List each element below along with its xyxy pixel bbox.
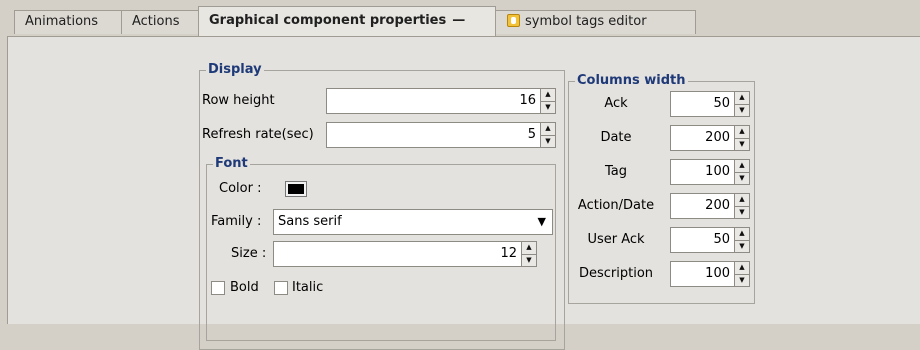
spin-up-icon[interactable]: ▲ xyxy=(541,123,555,136)
spin-up-icon[interactable]: ▲ xyxy=(735,228,749,241)
col-description-label: Description xyxy=(578,266,654,281)
spin-down-icon[interactable]: ▼ xyxy=(735,241,749,253)
tab-close-button[interactable]: — xyxy=(452,13,465,28)
columns-width-title: Columns width xyxy=(575,73,688,89)
col-action-date-input[interactable]: 200 xyxy=(670,193,734,219)
font-size-spinner[interactable]: 12 ▲ ▼ xyxy=(273,241,537,267)
spin-down-icon[interactable]: ▼ xyxy=(541,136,555,148)
col-user-ack-spinner[interactable]: 50 ▲ ▼ xyxy=(670,227,750,253)
spin-down-icon[interactable]: ▼ xyxy=(541,102,555,114)
refresh-rate-stepper[interactable]: ▲ ▼ xyxy=(540,122,556,148)
font-color-label: Color : xyxy=(219,181,262,196)
spin-up-icon[interactable]: ▲ xyxy=(735,92,749,105)
col-ack-stepper[interactable]: ▲ ▼ xyxy=(734,91,750,117)
refresh-rate-input[interactable]: 5 xyxy=(326,122,540,148)
col-tag-input[interactable]: 100 xyxy=(670,159,734,185)
refresh-rate-label: Refresh rate(sec) xyxy=(202,127,314,142)
spin-up-icon[interactable]: ▲ xyxy=(522,242,536,255)
col-action-date-stepper[interactable]: ▲ ▼ xyxy=(734,193,750,219)
database-icon xyxy=(507,14,520,27)
spin-down-icon[interactable]: ▼ xyxy=(735,139,749,151)
col-action-date-label: Action/Date xyxy=(577,198,655,213)
font-family-label: Family : xyxy=(211,214,262,229)
tab-animations-label: Animations xyxy=(25,14,99,29)
spin-down-icon[interactable]: ▼ xyxy=(735,275,749,287)
spin-down-icon[interactable]: ▼ xyxy=(522,255,536,267)
color-swatch-icon xyxy=(288,184,304,194)
tab-graphical-component-properties[interactable]: Graphical component properties — xyxy=(198,6,496,36)
bold-label: Bold xyxy=(230,280,259,295)
col-user-ack-label: User Ack xyxy=(587,232,645,247)
italic-checkbox[interactable] xyxy=(274,281,288,295)
row-height-input[interactable]: 16 xyxy=(326,88,540,114)
font-size-stepper[interactable]: ▲ ▼ xyxy=(521,241,537,267)
col-description-stepper[interactable]: ▲ ▼ xyxy=(734,261,750,287)
font-size-label: Size : xyxy=(231,246,267,261)
row-height-label: Row height xyxy=(202,93,275,108)
col-ack-label: Ack xyxy=(604,96,628,111)
font-color-button[interactable] xyxy=(285,181,307,197)
spin-up-icon[interactable]: ▲ xyxy=(735,262,749,275)
refresh-rate-spinner[interactable]: 5 ▲ ▼ xyxy=(326,122,556,148)
col-ack-input[interactable]: 50 xyxy=(670,91,734,117)
spin-down-icon[interactable]: ▼ xyxy=(735,105,749,117)
col-date-input[interactable]: 200 xyxy=(670,125,734,151)
display-group-title: Display xyxy=(206,62,264,78)
spin-up-icon[interactable]: ▲ xyxy=(541,89,555,102)
col-tag-label: Tag xyxy=(604,164,627,179)
col-date-stepper[interactable]: ▲ ▼ xyxy=(734,125,750,151)
columns-width-group: Columns width Ack 50 ▲ ▼ Date 200 ▲ ▼ Tag … xyxy=(568,73,755,304)
spin-down-icon[interactable]: ▼ xyxy=(735,173,749,185)
col-date-spinner[interactable]: 200 ▲ ▼ xyxy=(670,125,750,151)
font-size-input[interactable]: 12 xyxy=(273,241,521,267)
font-family-select[interactable]: Sans serif ▼ xyxy=(273,209,553,235)
row-height-spinner[interactable]: 16 ▲ ▼ xyxy=(326,88,556,114)
spin-up-icon[interactable]: ▲ xyxy=(735,194,749,207)
col-ack-spinner[interactable]: 50 ▲ ▼ xyxy=(670,91,750,117)
col-user-ack-input[interactable]: 50 xyxy=(670,227,734,253)
spin-up-icon[interactable]: ▲ xyxy=(735,126,749,139)
col-description-spinner[interactable]: 100 ▲ ▼ xyxy=(670,261,750,287)
spin-up-icon[interactable]: ▲ xyxy=(735,160,749,173)
col-description-input[interactable]: 100 xyxy=(670,261,734,287)
col-tag-stepper[interactable]: ▲ ▼ xyxy=(734,159,750,185)
font-group: Font Color : Family : Sans serif ▼ Size … xyxy=(206,156,556,341)
tab-animations[interactable]: Animations xyxy=(14,10,122,34)
col-date-label: Date xyxy=(600,130,632,145)
chevron-down-icon[interactable]: ▼ xyxy=(538,210,546,234)
tab-symbol-tags-editor[interactable]: symbol tags editor xyxy=(494,10,696,34)
row-height-stepper[interactable]: ▲ ▼ xyxy=(540,88,556,114)
display-group: Display Row height 16 ▲ ▼ Refresh rate(se… xyxy=(199,62,565,350)
italic-label: Italic xyxy=(292,280,324,295)
properties-panel: Display Row height 16 ▲ ▼ Refresh rate(se… xyxy=(7,36,920,350)
spin-down-icon[interactable]: ▼ xyxy=(735,207,749,219)
col-action-date-spinner[interactable]: 200 ▲ ▼ xyxy=(670,193,750,219)
col-user-ack-stepper[interactable]: ▲ ▼ xyxy=(734,227,750,253)
tab-symbol-tags-label: symbol tags editor xyxy=(525,14,647,29)
font-group-title: Font xyxy=(213,156,250,172)
tab-actions[interactable]: Actions xyxy=(121,10,199,34)
bold-checkbox[interactable] xyxy=(211,281,225,295)
col-tag-spinner[interactable]: 100 ▲ ▼ xyxy=(670,159,750,185)
font-family-value: Sans serif xyxy=(278,214,342,229)
tab-graphical-label: Graphical component properties xyxy=(209,13,447,28)
tab-bar: Animations Actions Graphical component p… xyxy=(0,0,920,36)
tab-actions-label: Actions xyxy=(132,14,180,29)
